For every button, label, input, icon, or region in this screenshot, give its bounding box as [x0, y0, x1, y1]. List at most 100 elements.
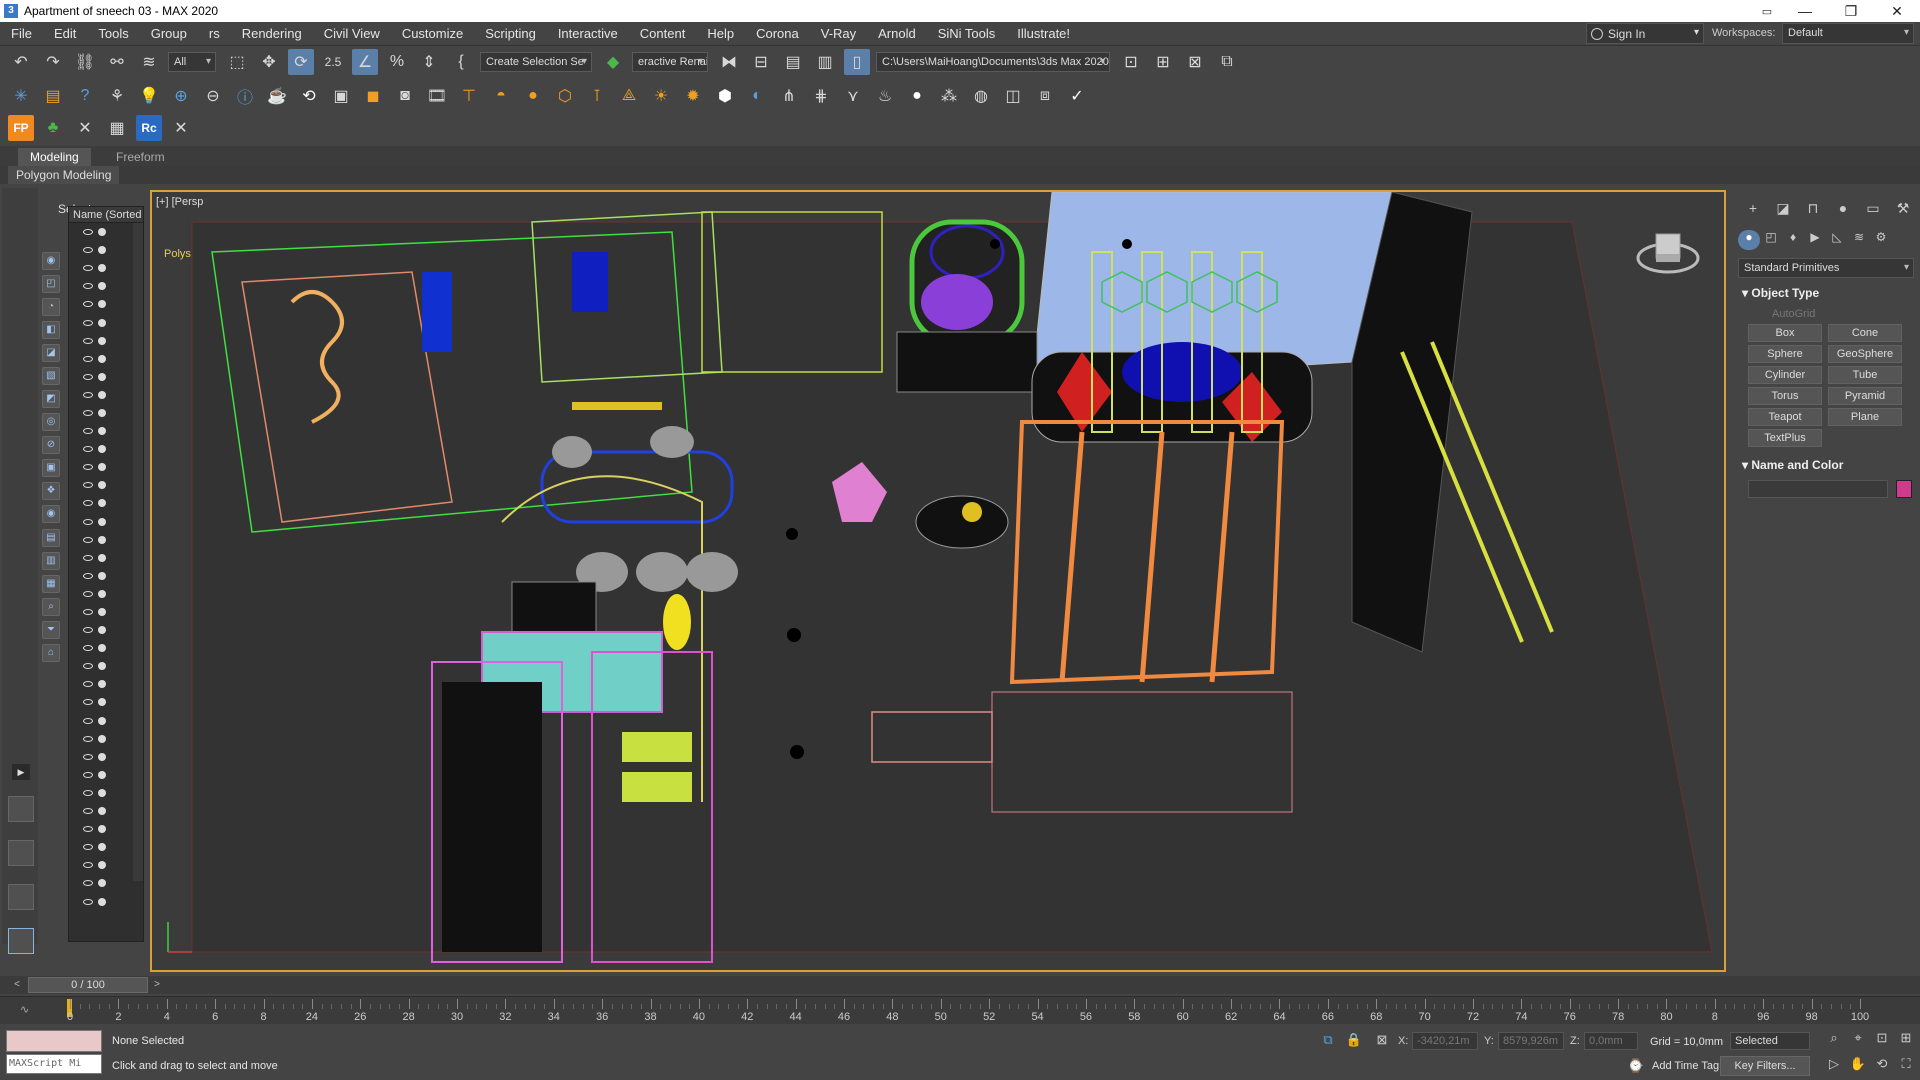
visibility-eye-icon[interactable]	[83, 355, 93, 362]
tool-icon-3[interactable]: ⊖	[200, 83, 226, 109]
render-setup-icon[interactable]: ◆	[600, 49, 626, 75]
helper-filter-icon[interactable]: ▧	[42, 367, 60, 385]
mirror-icon[interactable]: ⧓	[716, 49, 742, 75]
list-item[interactable]	[69, 820, 143, 838]
find-icon[interactable]: ⌕	[42, 598, 60, 616]
visibility-eye-icon[interactable]	[83, 735, 93, 742]
frame-buffer-icon[interactable]: ▣	[328, 83, 354, 109]
unlink-icon[interactable]: ⚯	[104, 49, 130, 75]
camera-filter-icon[interactable]: ◪	[42, 344, 60, 362]
frozen-filter-icon[interactable]: ▤	[42, 529, 60, 547]
list-item[interactable]	[69, 422, 143, 440]
multi-sphere-icon[interactable]: ⁂	[936, 83, 962, 109]
sky-icon[interactable]: ✹	[680, 83, 706, 109]
modify-tab-icon[interactable]: ◪	[1768, 200, 1798, 220]
list-item[interactable]	[69, 802, 143, 820]
teapot-button[interactable]: Teapot	[1748, 408, 1822, 426]
material-editor-icon[interactable]: ◍	[968, 83, 994, 109]
list-item[interactable]	[69, 386, 143, 404]
select-rotate-icon[interactable]: ⟳	[288, 49, 314, 75]
visibility-eye-icon[interactable]	[83, 409, 93, 416]
absolute-mode-icon[interactable]: ⊠	[1372, 1032, 1392, 1052]
list-item[interactable]	[69, 313, 143, 331]
proxy-icon[interactable]: ⬢	[712, 83, 738, 109]
visibility-eye-icon[interactable]	[83, 590, 93, 597]
sphere-button[interactable]: Sphere	[1748, 345, 1822, 363]
list-item[interactable]	[69, 440, 143, 458]
link-icon[interactable]: ⛓	[72, 49, 98, 75]
table-icon[interactable]: ▦	[104, 115, 130, 141]
visibility-eye-icon[interactable]	[83, 265, 93, 272]
visibility-eye-icon[interactable]	[83, 482, 93, 489]
percent-snap-icon[interactable]: %	[384, 49, 410, 75]
menu-file[interactable]: File	[0, 26, 43, 41]
tube-button[interactable]: Tube	[1828, 366, 1902, 384]
object-name-field[interactable]	[1748, 480, 1888, 498]
menu-help[interactable]: Help	[696, 26, 745, 41]
list-item[interactable]	[69, 513, 143, 531]
visibility-eye-icon[interactable]	[83, 609, 93, 616]
tool-icon-1[interactable]: ⚘	[104, 83, 130, 109]
hidden-filter-icon[interactable]: ◉	[42, 505, 60, 523]
list-item[interactable]	[69, 784, 143, 802]
align-icon[interactable]: ⊟	[748, 49, 774, 75]
lights-category-icon[interactable]: ♦	[1782, 230, 1804, 250]
list-item[interactable]	[69, 675, 143, 693]
add-time-tag[interactable]: Add Time Tag	[1652, 1060, 1719, 1072]
isolate-selection-icon[interactable]: ⧉	[1318, 1032, 1338, 1052]
minimize-button[interactable]: —	[1782, 0, 1828, 22]
visibility-eye-icon[interactable]	[83, 518, 93, 525]
ambient-light-icon[interactable]: ⟁	[616, 83, 642, 109]
utilities-tab-icon[interactable]: ⚒	[1888, 200, 1918, 220]
menu-customize[interactable]: Customize	[391, 26, 474, 41]
camera-icon[interactable]: ◙	[392, 83, 418, 109]
selected-dropdown[interactable]: Selected	[1730, 1032, 1810, 1050]
visibility-eye-icon[interactable]	[83, 808, 93, 815]
y-coordinate-field[interactable]: 8579,926m	[1498, 1032, 1564, 1050]
list-item[interactable]	[69, 277, 143, 295]
prev-frame-icon[interactable]: <	[10, 977, 24, 993]
xref-filter-icon[interactable]: ⊘	[42, 436, 60, 454]
menu-vray[interactable]: V-Ray	[810, 26, 867, 41]
viewport-layout-icon-4[interactable]: ⧉	[1214, 49, 1240, 75]
scene-explorer-icon[interactable]: ▯	[844, 49, 870, 75]
material-library-icon[interactable]: ◫	[1000, 83, 1026, 109]
primitive-type-dropdown[interactable]: Standard Primitives	[1738, 258, 1914, 278]
menu-views[interactable]: rs	[198, 26, 231, 41]
menu-arnold[interactable]: Arnold	[867, 26, 927, 41]
sun-icon[interactable]: ☀	[648, 83, 674, 109]
list-item[interactable]	[69, 458, 143, 476]
viewport-label[interactable]: [+] [Persp	[156, 196, 203, 208]
visibility-eye-icon[interactable]	[83, 663, 93, 670]
list-item[interactable]	[69, 549, 143, 567]
geometry-category-icon[interactable]: ●	[1738, 230, 1760, 250]
systems-category-icon[interactable]: ⚙	[1870, 230, 1892, 250]
spinner-snap-icon[interactable]: ⇕	[416, 49, 442, 75]
railclone-button[interactable]: Rc	[136, 115, 162, 141]
visibility-eye-icon[interactable]	[83, 771, 93, 778]
list-item[interactable]	[69, 241, 143, 259]
name-color-rollout-title[interactable]: ▾ Name and Color	[1742, 458, 1843, 472]
angle-snap-icon[interactable]: ∠	[352, 49, 378, 75]
dome-light-icon[interactable]: ◓	[488, 83, 514, 109]
collapse-icon[interactable]: ⌂	[42, 644, 60, 662]
pyramid-button[interactable]: Pyramid	[1828, 387, 1902, 405]
ribbon-toggle-icon[interactable]: ▥	[812, 49, 838, 75]
selection-filter-dropdown[interactable]: All	[168, 52, 216, 72]
list-item[interactable]	[69, 259, 143, 277]
undo-icon[interactable]: ↶	[8, 49, 34, 75]
film-icon[interactable]: 🎞	[424, 83, 450, 109]
properties-icon[interactable]: ▦	[42, 575, 60, 593]
tool-icon-2[interactable]: ⊕	[168, 83, 194, 109]
viewport-layout-icon-3[interactable]: ⊠	[1182, 49, 1208, 75]
refresh-icon[interactable]: ⟲	[296, 83, 322, 109]
menu-interactive[interactable]: Interactive	[547, 26, 629, 41]
viewcube[interactable]	[1636, 228, 1700, 278]
edit-named-selection-icon[interactable]: {	[448, 49, 474, 75]
maxscript-mini-input[interactable]: MAXScript Mi	[6, 1054, 102, 1074]
visibility-eye-icon[interactable]	[83, 283, 93, 290]
list-item[interactable]	[69, 712, 143, 730]
ies-light-icon[interactable]: ⊺	[584, 83, 610, 109]
visibility-eye-icon[interactable]	[83, 229, 93, 236]
zoom-extents-all-icon[interactable]: ⊞	[1896, 1030, 1916, 1050]
